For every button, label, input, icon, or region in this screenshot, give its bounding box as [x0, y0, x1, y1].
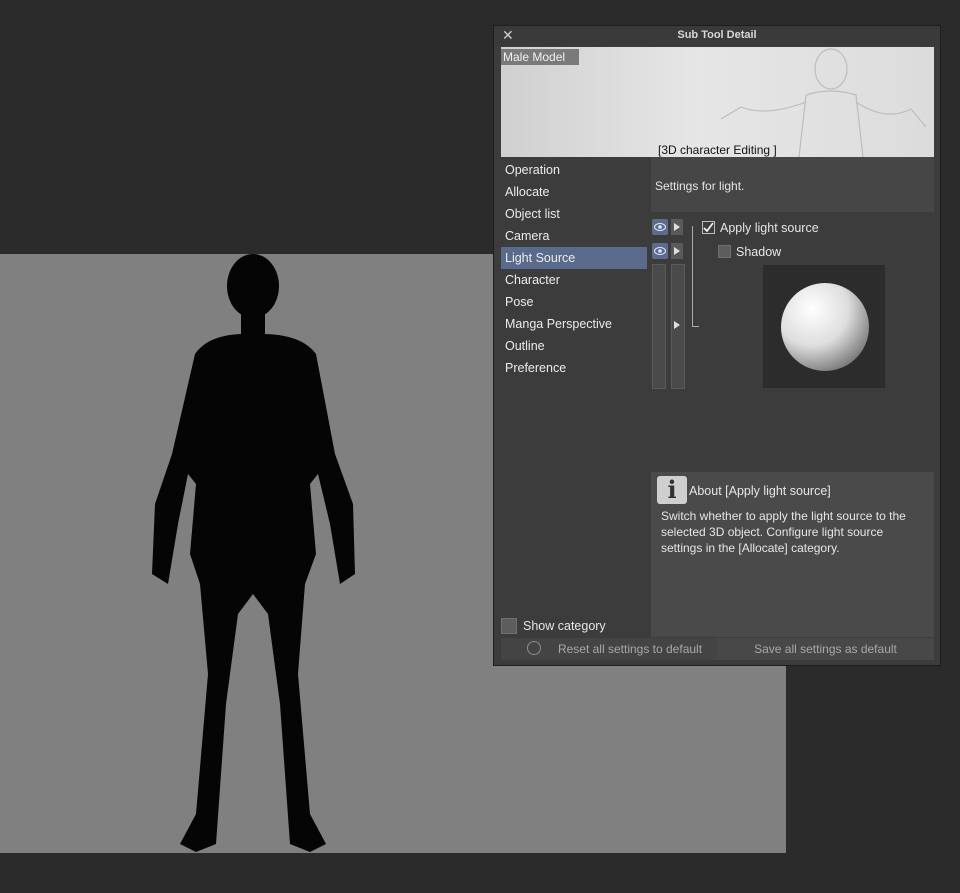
shadow-checkbox[interactable] — [718, 245, 731, 258]
category-preference[interactable]: Preference — [501, 357, 647, 379]
expand-arrow-icon[interactable] — [671, 219, 683, 235]
info-panel: i About [Apply light source] Switch whet… — [651, 472, 934, 637]
category-outline[interactable]: Outline — [501, 335, 647, 357]
category-character[interactable]: Character — [501, 269, 647, 291]
category-camera[interactable]: Camera — [501, 225, 647, 247]
category-pose[interactable]: Pose — [501, 291, 647, 313]
category-allocate[interactable]: Allocate — [501, 181, 647, 203]
3d-male-figure[interactable] — [140, 254, 380, 854]
show-category-label: Show category — [523, 619, 606, 633]
expand-arrow-icon[interactable] — [673, 320, 681, 330]
editing-mode-caption: [3D character Editing ] — [658, 143, 777, 157]
category-operation[interactable]: Operation — [501, 159, 647, 181]
model-preview: Male Model [3D character Editing ] — [501, 47, 934, 157]
settings-header-text: Settings for light. — [655, 179, 745, 193]
settings-header: Settings for light. — [651, 157, 934, 212]
model-name-label: Male Model — [501, 49, 580, 65]
dialog-title: Sub Tool Detail — [677, 29, 757, 41]
visibility-eye-icon[interactable] — [652, 219, 668, 235]
category-object-list[interactable]: Object list — [501, 203, 647, 225]
expand-arrow-icon[interactable] — [671, 243, 683, 259]
info-text: Switch whether to apply the light source… — [661, 509, 906, 555]
model-preview-image — [720, 48, 927, 157]
light-direction-preview[interactable] — [763, 265, 885, 388]
apply-light-label: Apply light source — [720, 221, 819, 235]
visibility-eye-icon[interactable] — [652, 243, 668, 259]
category-manga-perspective[interactable]: Manga Perspective — [501, 313, 647, 335]
save-defaults-button[interactable]: Save all settings as default — [717, 638, 934, 660]
apply-light-checkbox[interactable] — [702, 221, 715, 234]
category-light-source[interactable]: Light Source — [501, 247, 647, 269]
light-sphere-icon — [781, 283, 869, 371]
info-title: About [Apply light source] — [689, 484, 831, 498]
sub-tool-detail-dialog: ✕ Sub Tool Detail Male Model [3D charact… — [493, 25, 941, 666]
dialog-titlebar[interactable]: ✕ Sub Tool Detail — [494, 26, 940, 46]
eye-column-track — [652, 264, 666, 389]
shadow-label: Shadow — [736, 245, 782, 259]
info-icon: i — [657, 476, 687, 504]
show-category-checkbox[interactable] — [501, 618, 517, 634]
group-bracket — [692, 226, 699, 327]
category-list: Operation Allocate Object list Camera Li… — [501, 159, 647, 379]
reset-defaults-label: Reset all settings to default — [557, 642, 703, 656]
reset-defaults-button[interactable]: Reset all settings to default — [501, 638, 717, 660]
dialog-footer: Reset all settings to default Save all s… — [501, 638, 934, 660]
save-defaults-label: Save all settings as default — [754, 642, 897, 656]
reset-icon — [527, 641, 541, 655]
